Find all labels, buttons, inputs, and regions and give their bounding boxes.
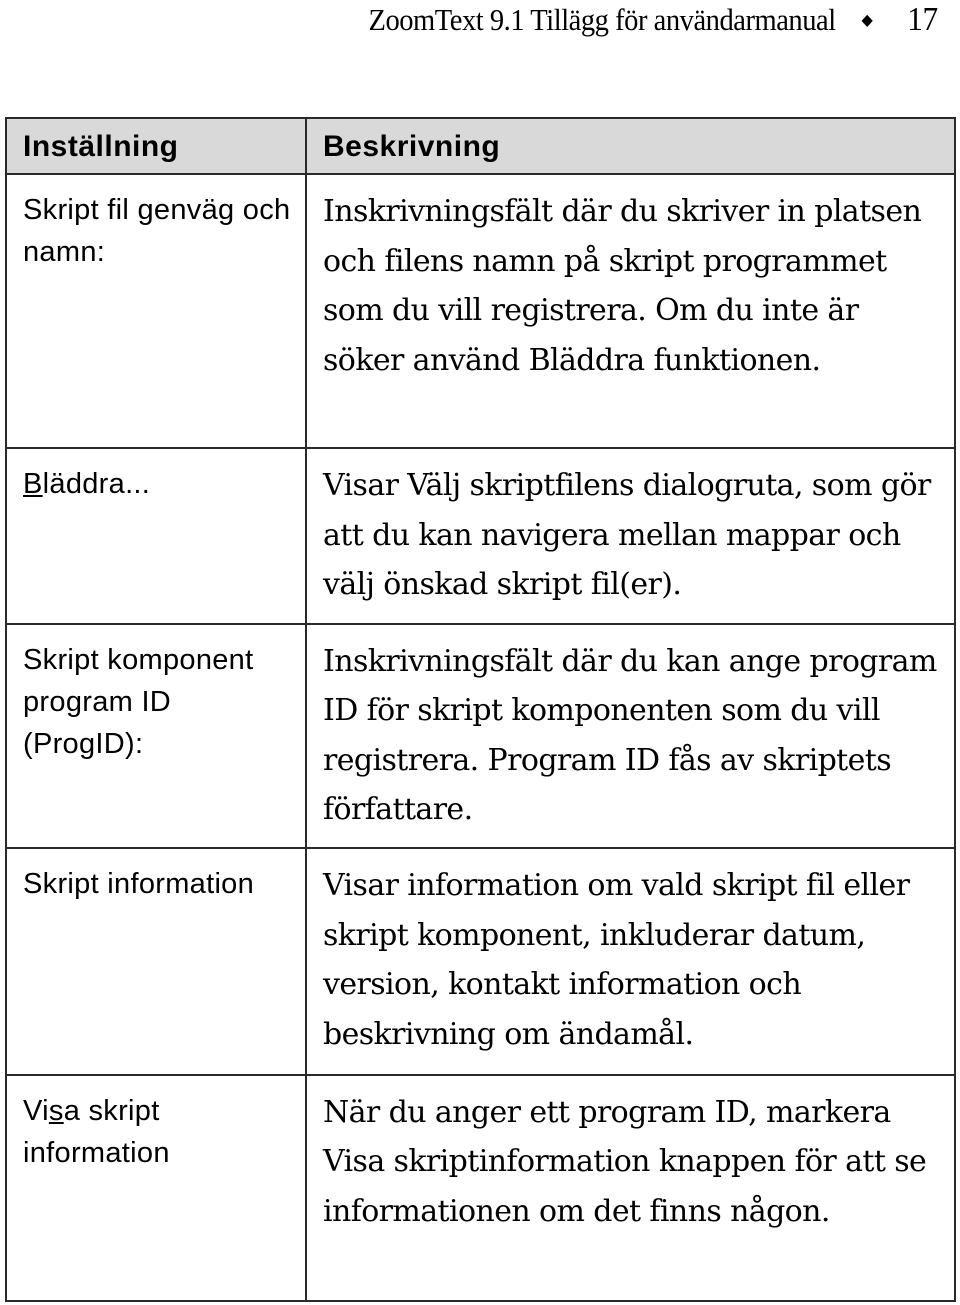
setting-name-suffix: läddra...	[42, 468, 151, 501]
setting-name-prefix: Vi	[23, 1094, 49, 1127]
table-row: Visa skript information När du anger ett…	[5, 1073, 956, 1303]
setting-description: Visar information om vald skript fil ell…	[305, 847, 956, 1076]
running-title: ZoomText 9.1 Tillägg för användarmanual	[368, 2, 837, 37]
accelerator-key: s	[48, 1094, 64, 1127]
setting-name: Bläddra...	[5, 447, 307, 625]
setting-description: Inskrivningsfält där du skriver in plats…	[305, 172, 956, 450]
column-header-setting: Inställning	[5, 117, 307, 175]
accelerator-key: B	[23, 468, 43, 501]
column-header-description: Beskrivning	[305, 117, 956, 175]
diamond-icon: ◆	[861, 12, 873, 29]
table-row: Skript fil genväg och namn: Inskrivnings…	[5, 172, 956, 450]
setting-name: Skript komponent program ID (ProgID):	[5, 622, 307, 850]
table-row: Skript information Visar information om …	[5, 847, 956, 1076]
setting-name: Skript fil genväg och namn:	[5, 172, 307, 450]
table-row: Skript komponent program ID (ProgID): In…	[5, 622, 956, 850]
setting-name: Skript information	[5, 847, 307, 1076]
page-header: ZoomText 9.1 Tillägg för användarmanual …	[368, 0, 939, 40]
table-row: Bläddra... Visar Välj skriptfilens dialo…	[5, 447, 956, 625]
setting-description: När du anger ett program ID, markera Vis…	[305, 1073, 956, 1303]
page-number: 17	[907, 1, 939, 38]
table-header-row: Inställning Beskrivning	[5, 117, 956, 175]
setting-name: Visa skript information	[5, 1073, 307, 1303]
setting-description: Visar Välj skriptfilens dialogruta, som …	[305, 447, 956, 625]
settings-table: Inställning Beskrivning Skript fil genvä…	[5, 117, 956, 1303]
setting-description: Inskrivningsfält där du kan ange program…	[305, 622, 956, 850]
